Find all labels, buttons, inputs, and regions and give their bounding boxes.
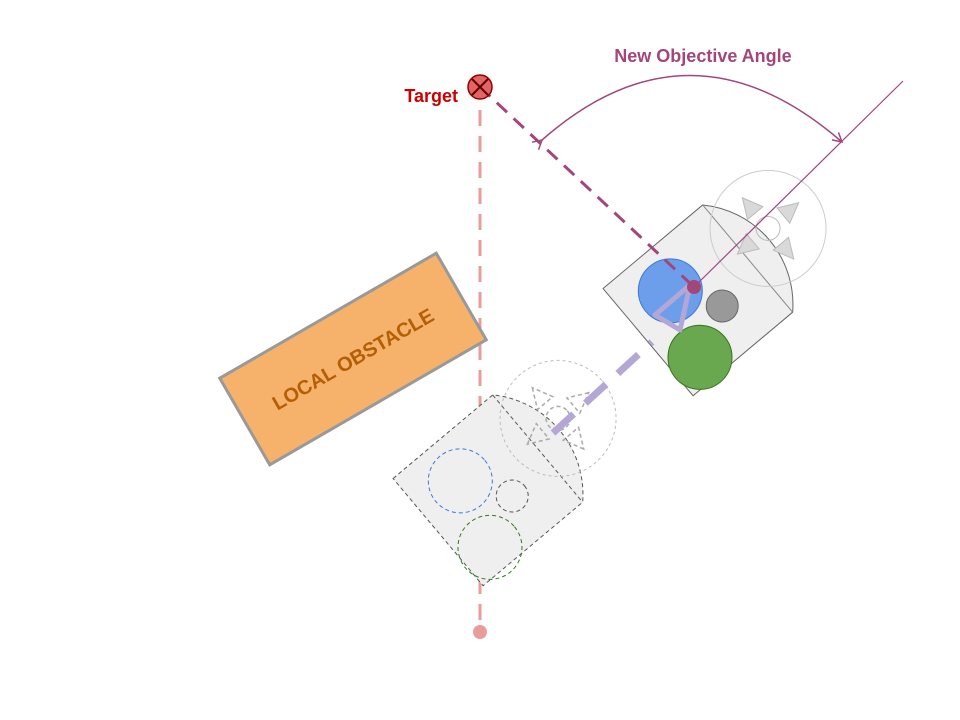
start-point [473, 625, 487, 639]
target-label: Target [404, 86, 458, 106]
angle-label: New Objective Angle [614, 46, 791, 66]
robot-center-point [687, 280, 701, 294]
robot-current-pose [602, 169, 827, 397]
robot-previous-body [392, 394, 584, 587]
diagram-canvas: LOCAL OBSTACLE New Objective Angle Targe… [217, 46, 904, 639]
target-x-icon [467, 74, 493, 100]
local-obstacle: LOCAL OBSTACLE [217, 251, 489, 467]
robot-heading-line [693, 80, 904, 288]
angle-arrow-icon [531, 74, 844, 150]
